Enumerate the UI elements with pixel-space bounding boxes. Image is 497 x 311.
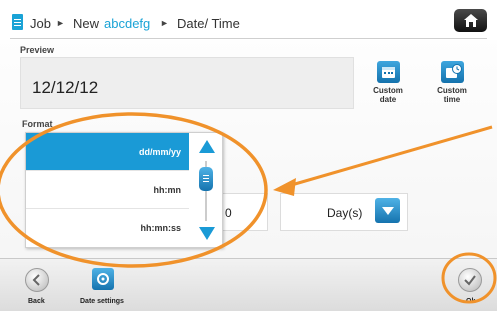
ok-highlight-circle <box>441 252 497 304</box>
highlight-ellipse <box>0 112 268 268</box>
screen: Job ► New abcdefg ► Date/ Time Preview 1… <box>0 0 497 311</box>
annotation-overlay <box>0 112 497 304</box>
annotation-arrow-head <box>273 178 296 196</box>
annotation-arrow-line <box>287 125 493 188</box>
